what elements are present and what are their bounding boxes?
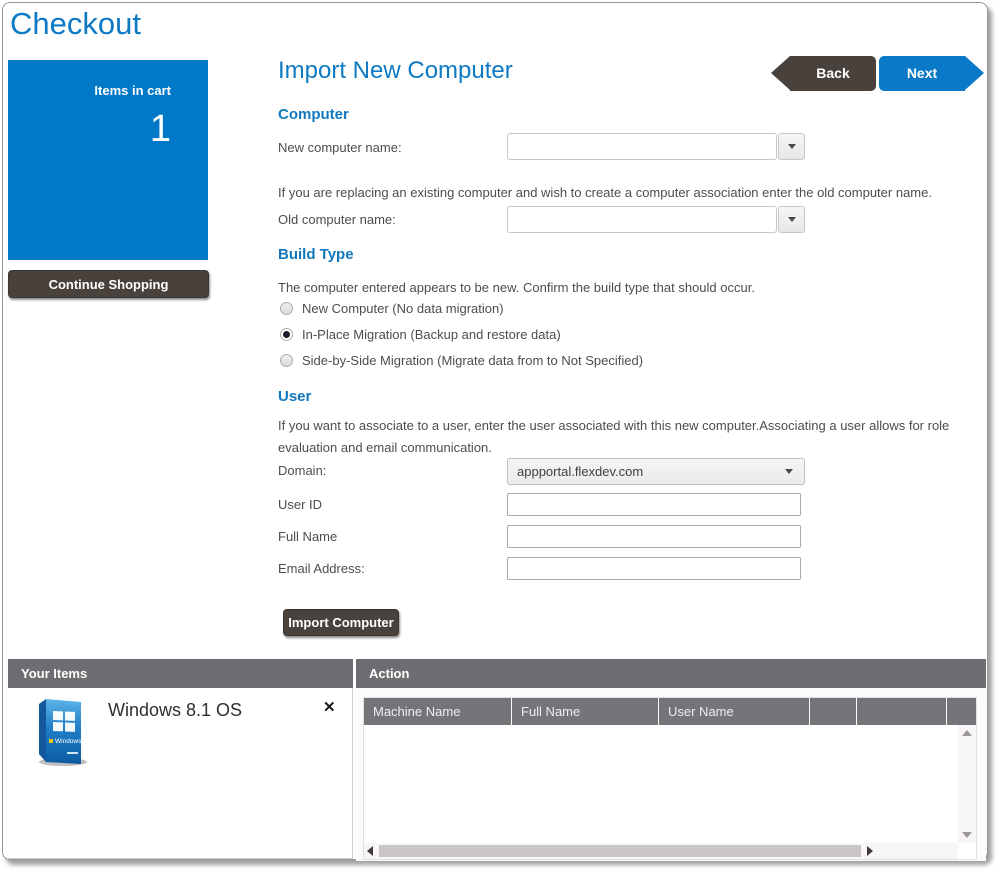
vertical-scrollbar[interactable] xyxy=(958,725,976,843)
remove-item-button[interactable]: ✕ xyxy=(323,700,336,715)
email-address-label: Email Address: xyxy=(278,561,365,576)
column-header-empty-1 xyxy=(810,698,857,725)
back-button-label: Back xyxy=(816,65,849,81)
column-header-user-name[interactable]: User Name xyxy=(659,698,810,725)
form-title: Import New Computer xyxy=(278,57,513,85)
windows-product-box-image: Windows 7 xyxy=(23,696,97,770)
old-computer-name-input[interactable] xyxy=(507,206,777,233)
chevron-down-icon xyxy=(788,144,796,149)
cart-item-name: Windows 8.1 OS xyxy=(108,700,242,721)
scroll-down-icon[interactable] xyxy=(962,832,972,838)
chevron-down-icon xyxy=(788,217,796,222)
replace-computer-note: If you are replacing an existing compute… xyxy=(278,182,983,204)
new-computer-name-label: New computer name: xyxy=(278,140,402,155)
radio-new-computer-label[interactable]: New Computer (No data migration) xyxy=(302,301,504,316)
your-items-header: Your Items xyxy=(8,659,353,688)
new-computer-name-dropdown-button[interactable] xyxy=(778,133,805,160)
build-type-note: The computer entered appears to be new. … xyxy=(278,277,983,299)
old-computer-name-dropdown-button[interactable] xyxy=(778,206,805,233)
product-box-brand-text: Windows 7 xyxy=(55,738,87,745)
horizontal-scrollbar-thumb[interactable] xyxy=(379,845,861,857)
your-items-panel: Windows 7 Windows 8.1 OS ✕ xyxy=(8,688,353,859)
new-computer-name-combobox xyxy=(507,133,805,160)
machines-grid-body xyxy=(364,725,958,843)
old-computer-name-label: Old computer name: xyxy=(278,212,396,227)
horizontal-scrollbar[interactable] xyxy=(364,843,958,859)
user-section-heading: User xyxy=(278,388,311,405)
next-button-label: Next xyxy=(907,65,937,81)
page-title: Checkout xyxy=(10,6,141,42)
column-header-empty-2 xyxy=(857,698,947,725)
radio-in-place-migration-label[interactable]: In-Place Migration (Backup and restore d… xyxy=(302,327,561,342)
domain-select[interactable]: appportal.flexdev.com xyxy=(507,458,805,485)
scroll-right-icon[interactable] xyxy=(867,846,873,856)
new-computer-name-input[interactable] xyxy=(507,133,777,160)
machines-grid: Machine Name Full Name User Name xyxy=(363,697,977,860)
scroll-left-icon[interactable] xyxy=(367,846,373,856)
radio-new-computer[interactable]: New Computer (No data migration) xyxy=(280,301,504,316)
domain-selected-value: appportal.flexdev.com xyxy=(508,464,785,479)
action-panel: Machine Name Full Name User Name xyxy=(356,688,986,861)
domain-label: Domain: xyxy=(278,463,326,478)
radio-in-place-migration[interactable]: In-Place Migration (Backup and restore d… xyxy=(280,327,561,342)
continue-shopping-button[interactable]: Continue Shopping xyxy=(8,270,209,298)
full-name-label: Full Name xyxy=(278,529,337,544)
user-id-label: User ID xyxy=(278,497,322,512)
column-header-full-name[interactable]: Full Name xyxy=(512,698,659,725)
old-computer-name-combobox xyxy=(507,206,805,233)
computer-section-heading: Computer xyxy=(278,106,349,123)
machines-grid-header-row: Machine Name Full Name User Name xyxy=(364,698,976,725)
radio-button-icon[interactable] xyxy=(280,328,293,341)
cart-summary-tile: Items in cart 1 xyxy=(8,60,208,260)
full-name-input[interactable] xyxy=(507,525,801,548)
email-address-input[interactable] xyxy=(507,557,801,580)
action-header: Action xyxy=(356,659,986,688)
back-button[interactable]: Back xyxy=(790,56,876,91)
user-id-input[interactable] xyxy=(507,493,801,516)
user-section-note: If you want to associate to a user, ente… xyxy=(278,415,984,459)
scroll-up-icon[interactable] xyxy=(962,730,972,736)
next-button[interactable]: Next xyxy=(879,56,965,91)
build-type-section-heading: Build Type xyxy=(278,246,354,263)
radio-side-by-side-migration[interactable]: Side-by-Side Migration (Migrate data fro… xyxy=(280,353,643,368)
column-header-scroll-corner xyxy=(947,698,976,725)
cart-count: 1 xyxy=(8,98,208,151)
radio-side-by-side-migration-label[interactable]: Side-by-Side Migration (Migrate data fro… xyxy=(302,353,643,368)
column-header-machine-name[interactable]: Machine Name xyxy=(364,698,512,725)
checkout-page: Checkout Items in cart 1 Continue Shoppi… xyxy=(2,2,988,860)
chevron-down-icon xyxy=(785,469,793,474)
import-computer-button[interactable]: Import Computer xyxy=(283,609,399,636)
items-in-cart-label: Items in cart xyxy=(8,60,208,98)
radio-button-icon[interactable] xyxy=(280,302,293,315)
radio-button-icon[interactable] xyxy=(280,354,293,367)
